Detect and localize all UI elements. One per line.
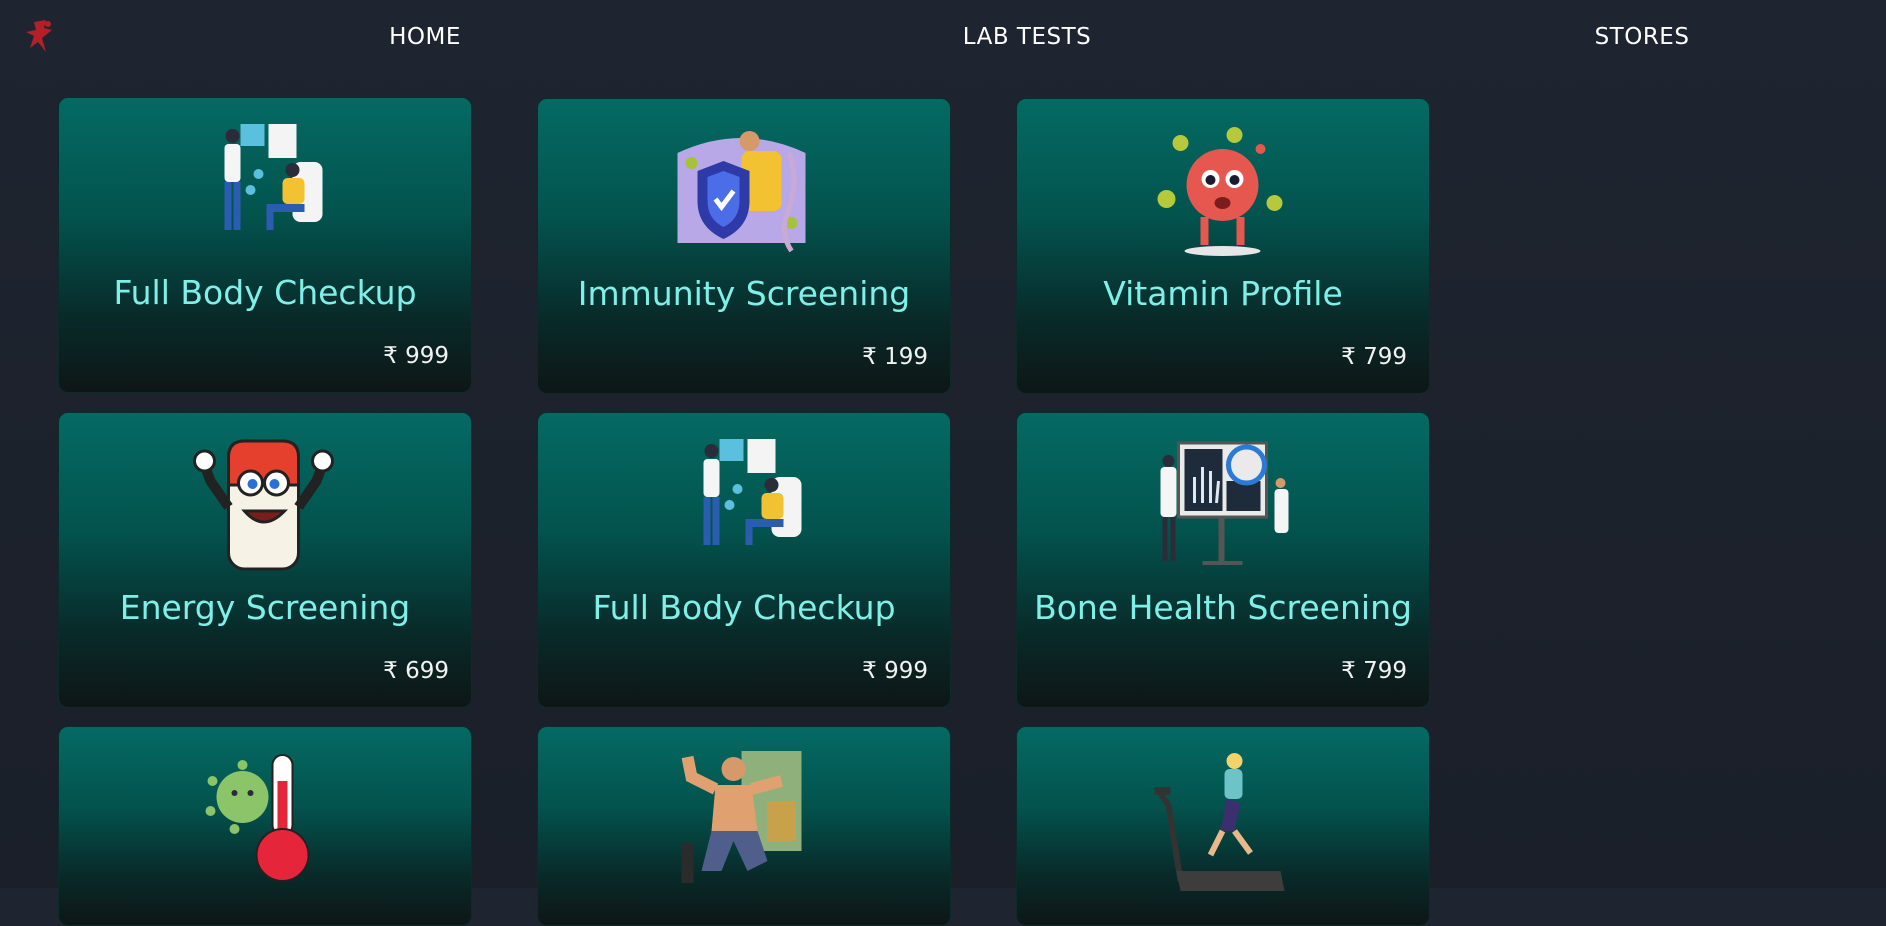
test-price: ₹ 999 (383, 343, 449, 369)
top-nav: HOME LAB TESTS STORES (0, 0, 1886, 76)
test-title: Bone Health Screening (1034, 588, 1412, 627)
test-card[interactable] (58, 726, 472, 926)
test-title: Full Body Checkup (592, 588, 896, 627)
test-price: ₹ 799 (1341, 344, 1407, 370)
immunity-shield-icon (677, 131, 806, 253)
vitamin-character-icon (1157, 127, 1283, 256)
test-price: ₹ 799 (1341, 658, 1407, 684)
virus-thermometer-icon (205, 754, 310, 882)
test-card[interactable]: Immunity Screening ₹ 199 (537, 98, 951, 394)
test-title: Vitamin Profile (1103, 274, 1343, 313)
test-card[interactable] (1016, 726, 1430, 926)
test-card[interactable]: Full Body Checkup ₹ 999 (537, 412, 951, 708)
logo-icon[interactable] (24, 18, 58, 56)
test-price: ₹ 699 (383, 658, 449, 684)
test-title: Immunity Screening (577, 274, 911, 313)
test-price: ₹ 999 (862, 658, 928, 684)
test-title: Energy Screening (119, 588, 411, 627)
nav-home-link[interactable]: HOME (389, 24, 461, 50)
muscle-man-icon (681, 751, 802, 883)
test-title: Full Body Checkup (113, 273, 417, 312)
test-card[interactable]: Full Body Checkup ₹ 999 (58, 97, 472, 393)
energy-battery-icon (193, 439, 334, 571)
treadmill-runner-icon (1154, 753, 1285, 891)
doctor-patient-icon (703, 439, 802, 545)
test-card[interactable]: Vitamin Profile ₹ 799 (1016, 98, 1430, 394)
nav-stores-link[interactable]: STORES (1595, 24, 1690, 50)
test-price: ₹ 199 (862, 344, 928, 370)
test-card[interactable] (537, 726, 951, 926)
test-card[interactable]: Bone Health Screening ₹ 799 (1016, 412, 1430, 708)
nav-lab-tests-link[interactable]: LAB TESTS (963, 24, 1092, 50)
doctor-patient-icon (224, 124, 323, 230)
test-card[interactable]: Energy Screening ₹ 699 (58, 412, 472, 708)
xray-doctors-icon (1160, 441, 1289, 565)
